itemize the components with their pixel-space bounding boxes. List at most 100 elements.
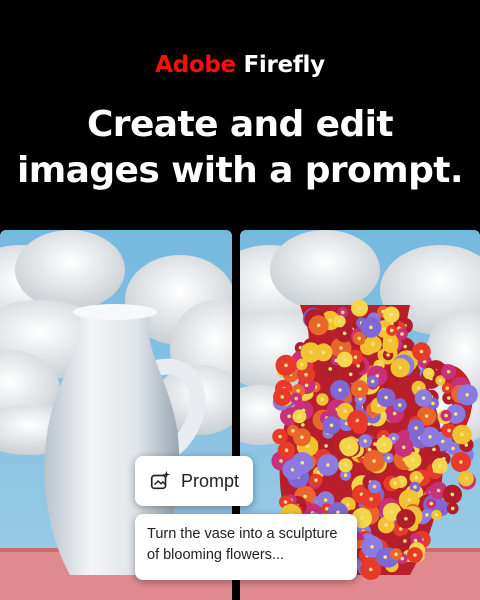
flower-center	[447, 428, 451, 433]
flower-center	[384, 523, 388, 527]
flower-center	[284, 448, 289, 452]
flower-center	[303, 494, 307, 499]
flower-center	[390, 510, 394, 514]
flower-center	[450, 492, 455, 497]
flower-center	[394, 552, 398, 556]
flower-center	[343, 473, 348, 477]
flower-center	[434, 513, 439, 517]
flower-center	[339, 346, 343, 350]
flower-center	[343, 409, 348, 413]
headline-line2: images with a prompt.	[17, 150, 464, 191]
flower-center	[451, 446, 455, 451]
flower-center	[403, 344, 407, 349]
flower-center	[283, 500, 288, 504]
flower-center	[424, 414, 429, 418]
flower-center	[284, 363, 288, 368]
flower-center	[413, 538, 418, 543]
flower-center	[398, 366, 402, 370]
flower-center	[402, 445, 406, 450]
flower-center	[323, 498, 328, 502]
flower-center	[341, 310, 345, 315]
prompt-button[interactable]: Prompt	[135, 456, 253, 506]
flower-center	[460, 432, 464, 437]
flower-center	[407, 498, 411, 502]
flower-center	[363, 439, 367, 443]
prompt-input[interactable]: Turn the vase into a sculpture of bloomi…	[135, 514, 357, 580]
flower-center	[300, 362, 304, 367]
flower-center	[453, 412, 458, 416]
flower-center	[329, 423, 334, 428]
flower-center	[300, 435, 304, 439]
flower-center	[393, 481, 397, 486]
flower-center	[304, 383, 309, 387]
flower-center	[388, 338, 392, 343]
flower-center	[316, 323, 321, 328]
flower-center	[392, 411, 397, 416]
flower-center	[386, 353, 390, 357]
flower-center	[338, 388, 342, 392]
headline: Create and edit images with a prompt.	[0, 102, 480, 194]
flower-center	[404, 517, 408, 521]
flower-center	[428, 435, 432, 439]
headline-line1: Create and edit	[86, 104, 394, 145]
prompt-text-line2: of blooming flowers...	[147, 547, 285, 563]
flower-center	[450, 506, 455, 511]
flower-center	[337, 319, 342, 324]
flower-center	[447, 396, 451, 400]
flower-center	[346, 503, 350, 507]
flower-center	[384, 395, 388, 400]
flower-center	[342, 357, 347, 362]
flower-center	[419, 349, 424, 354]
flower-center	[372, 484, 377, 489]
sparkle-image-icon	[150, 470, 171, 490]
flower-center	[326, 463, 330, 467]
flower-center	[355, 418, 360, 423]
flower-center	[382, 327, 386, 331]
flower-center	[348, 372, 353, 377]
flower-center	[372, 459, 376, 463]
flower-center	[370, 544, 374, 549]
flower-center	[464, 476, 468, 481]
flower-center	[431, 401, 435, 406]
flower-center	[414, 426, 418, 430]
brand-adobe: Adobe	[155, 52, 236, 78]
flower-center	[386, 456, 391, 460]
flower-center	[328, 367, 332, 371]
flower-center	[440, 439, 445, 444]
flower-center	[398, 527, 403, 531]
flower-center	[421, 396, 426, 400]
flower-center	[383, 555, 387, 559]
flower-center	[343, 463, 348, 468]
flower-center	[465, 393, 469, 397]
flower-center	[370, 379, 375, 384]
flower-center	[438, 464, 442, 468]
flower-center	[304, 372, 308, 377]
flower-center	[357, 306, 362, 310]
brand-logo: Adobe Firefly	[0, 52, 480, 78]
flower-center	[279, 459, 283, 463]
flower-center	[357, 336, 362, 341]
flower-center	[321, 350, 326, 355]
flower-center	[297, 414, 302, 419]
flower-center	[438, 378, 443, 383]
flower-center	[389, 312, 394, 317]
flower-center	[391, 436, 396, 441]
flower-center	[369, 567, 373, 572]
flower-center	[357, 387, 362, 391]
flower-center	[294, 396, 299, 401]
flower-center	[369, 497, 373, 501]
flower-center	[360, 516, 364, 520]
flower-center	[400, 332, 404, 336]
flower-center	[446, 370, 451, 374]
flower-center	[436, 488, 441, 493]
flower-center	[413, 485, 417, 489]
flower-center	[369, 325, 373, 330]
flower-center	[278, 434, 282, 439]
flower-center	[291, 428, 295, 433]
flower-center	[414, 475, 418, 480]
flower-center	[353, 355, 358, 359]
flower-center	[403, 539, 407, 543]
flower-center	[296, 389, 300, 393]
flower-center	[425, 513, 429, 517]
flower-center	[371, 342, 375, 346]
